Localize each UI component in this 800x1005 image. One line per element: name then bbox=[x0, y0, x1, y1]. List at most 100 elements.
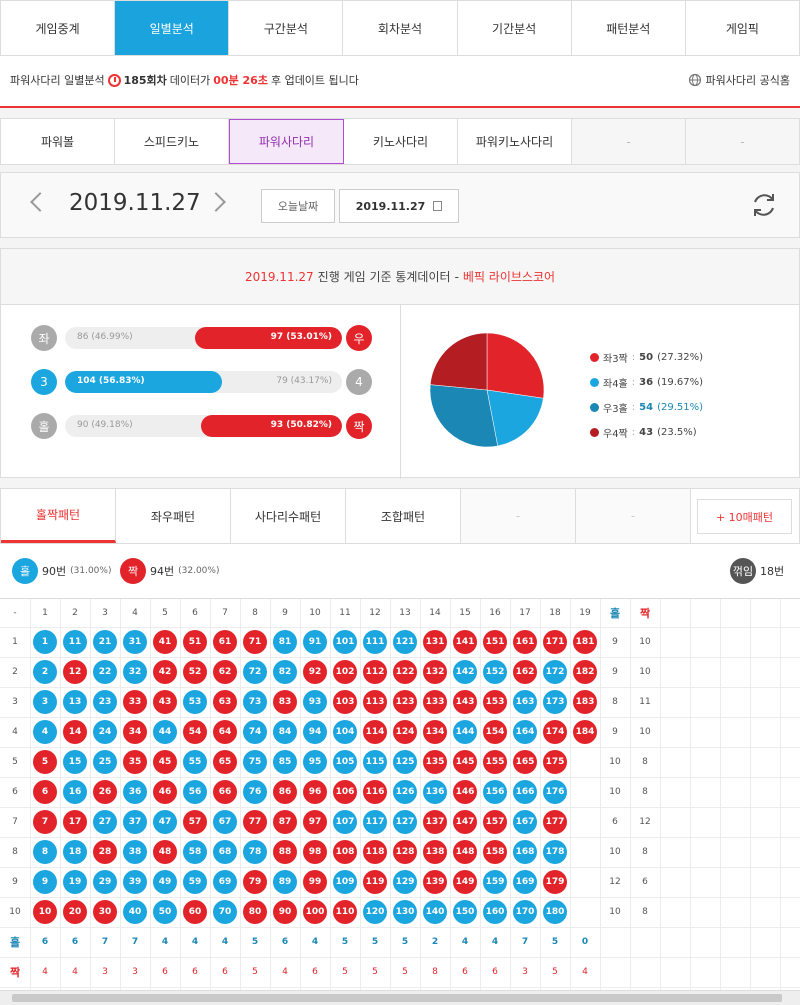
column-header: 12 bbox=[369, 608, 381, 618]
refresh-icon[interactable] bbox=[749, 191, 779, 219]
col-odd-count: 4 bbox=[461, 937, 469, 947]
row-header: 7 bbox=[12, 817, 18, 827]
result-ball: 145 bbox=[453, 750, 477, 774]
result-ball: 23 bbox=[93, 690, 117, 714]
result-ball: 150 bbox=[453, 900, 477, 924]
tab-power-ladder[interactable]: 파워사다리 bbox=[229, 119, 344, 164]
col-even-count: 5 bbox=[342, 967, 348, 977]
tab-combo-pattern[interactable]: 조합패턴 bbox=[346, 489, 461, 543]
result-ball: 113 bbox=[363, 690, 387, 714]
result-ball: 3 bbox=[33, 690, 57, 714]
legend-value: 36 bbox=[639, 377, 654, 388]
next-date-icon[interactable] bbox=[206, 192, 226, 212]
tab-speed-keno[interactable]: 스피드키노 bbox=[115, 119, 229, 164]
result-ball: 146 bbox=[453, 780, 477, 804]
result-ball: 31 bbox=[123, 630, 147, 654]
result-ball: 11 bbox=[63, 630, 87, 654]
grid-corner: - bbox=[13, 608, 17, 618]
tab-game-pick[interactable]: 게임픽 bbox=[686, 1, 799, 55]
row-header: 9 bbox=[12, 877, 18, 887]
result-ball: 64 bbox=[213, 720, 237, 744]
date-picker-input[interactable]: 2019.11.27 bbox=[339, 189, 459, 223]
ratio-bars: 좌 86 (46.99%) 97 (53.01%) 우 3 104 (56.83%) 79 … bbox=[1, 305, 401, 479]
result-ball: 2 bbox=[33, 660, 57, 684]
row-header: 2 bbox=[12, 667, 18, 677]
result-ball: 21 bbox=[93, 630, 117, 654]
legend-dot bbox=[590, 403, 599, 412]
page: 게임중계 일별분석 구간분석 회차분석 기간분석 패턴분석 게임픽 파워사다리 … bbox=[0, 0, 800, 1005]
grid-hline bbox=[0, 627, 800, 628]
column-header: 19 bbox=[579, 608, 591, 618]
tab-ladder-count-pattern[interactable]: 사다리수패턴 bbox=[231, 489, 346, 543]
tab-pattern-analysis[interactable]: 패턴분석 bbox=[572, 1, 686, 55]
result-ball: 120 bbox=[363, 900, 387, 924]
result-ball: 136 bbox=[423, 780, 447, 804]
official-home-link[interactable]: 파워사다리 공식홈 bbox=[688, 72, 790, 88]
result-ball: 172 bbox=[543, 660, 567, 684]
result-ball: 143 bbox=[453, 690, 477, 714]
row-even-count: 8 bbox=[642, 787, 648, 797]
result-ball: 39 bbox=[123, 870, 147, 894]
pattern-summary: 홀 90번 (31.00%) 짝 94번 (32.00%) 꺾임 18번 bbox=[0, 544, 800, 598]
pie-slice bbox=[486, 332, 545, 399]
horizontal-scrollbar[interactable] bbox=[0, 990, 800, 1005]
grid-hline bbox=[0, 987, 800, 988]
result-ball: 131 bbox=[423, 630, 447, 654]
result-ball: 59 bbox=[183, 870, 207, 894]
result-ball: 28 bbox=[93, 840, 117, 864]
today-button[interactable]: 오늘날짜 bbox=[261, 189, 335, 223]
scrollbar-thumb[interactable] bbox=[12, 994, 782, 1002]
foot-odd-label: 홀 bbox=[9, 936, 21, 949]
result-ball: 94 bbox=[303, 720, 327, 744]
col-even-count: 4 bbox=[42, 967, 48, 977]
row-even-count: 6 bbox=[642, 877, 648, 887]
legend-dot bbox=[590, 353, 599, 362]
row-even-count: 10 bbox=[639, 667, 651, 677]
even-badge: 짝 bbox=[120, 558, 146, 584]
column-header: 6 bbox=[192, 608, 198, 618]
result-ball: 35 bbox=[123, 750, 147, 774]
ten-pattern-button[interactable]: + 10매패턴 bbox=[697, 499, 792, 534]
result-ball: 78 bbox=[243, 840, 267, 864]
tab-power-keno-ladder[interactable]: 파워키노사다리 bbox=[458, 119, 572, 164]
col-odd-count: 5 bbox=[341, 937, 349, 947]
result-ball: 148 bbox=[453, 840, 477, 864]
ratio-row: 좌 86 (46.99%) 97 (53.01%) 우 bbox=[31, 325, 376, 351]
row-header: 4 bbox=[12, 727, 18, 737]
result-ball: 67 bbox=[213, 810, 237, 834]
tab-round-analysis[interactable]: 회차분석 bbox=[343, 1, 458, 55]
result-ball: 1 bbox=[33, 630, 57, 654]
result-ball: 117 bbox=[363, 810, 387, 834]
legend-pct: (29.51%) bbox=[657, 402, 703, 413]
result-ball: 17 bbox=[63, 810, 87, 834]
round-number: 185회차 bbox=[123, 74, 167, 87]
stats-date: 2019.11.27 bbox=[244, 269, 314, 284]
row-odd-count: 10 bbox=[609, 907, 621, 917]
result-ball: 87 bbox=[273, 810, 297, 834]
column-header: 7 bbox=[222, 608, 228, 618]
result-ball: 171 bbox=[543, 630, 567, 654]
prev-date-icon[interactable] bbox=[30, 192, 50, 212]
left-value: 90 (49.18%) bbox=[77, 420, 133, 430]
result-ball: 157 bbox=[483, 810, 507, 834]
legend-pct: (23.5%) bbox=[657, 427, 697, 438]
tab-left-right-pattern[interactable]: 좌우패턴 bbox=[116, 489, 231, 543]
date-input-value: 2019.11.27 bbox=[355, 199, 426, 213]
result-ball: 138 bbox=[423, 840, 447, 864]
tab-section-analysis[interactable]: 구간분석 bbox=[229, 1, 344, 55]
tab-period-analysis[interactable]: 기간분석 bbox=[458, 1, 572, 55]
tab-daily-analysis[interactable]: 일별분석 bbox=[115, 1, 230, 55]
left-circle: 홀 bbox=[31, 413, 57, 439]
tab-odd-even-pattern[interactable]: 홀짝패턴 bbox=[1, 489, 116, 543]
result-ball: 98 bbox=[303, 840, 327, 864]
result-ball: 79 bbox=[243, 870, 267, 894]
tab-game-broadcast[interactable]: 게임중계 bbox=[1, 1, 116, 55]
result-ball: 18 bbox=[63, 840, 87, 864]
right-circle: 우 bbox=[346, 325, 372, 351]
result-ball: 54 bbox=[183, 720, 207, 744]
right-value: 93 (50.82%) bbox=[270, 420, 332, 430]
tab-keno-ladder[interactable]: 키노사다리 bbox=[344, 119, 458, 164]
row-odd-count: 12 bbox=[609, 877, 621, 887]
result-ball: 103 bbox=[333, 690, 357, 714]
tab-powerball[interactable]: 파워볼 bbox=[1, 119, 115, 164]
